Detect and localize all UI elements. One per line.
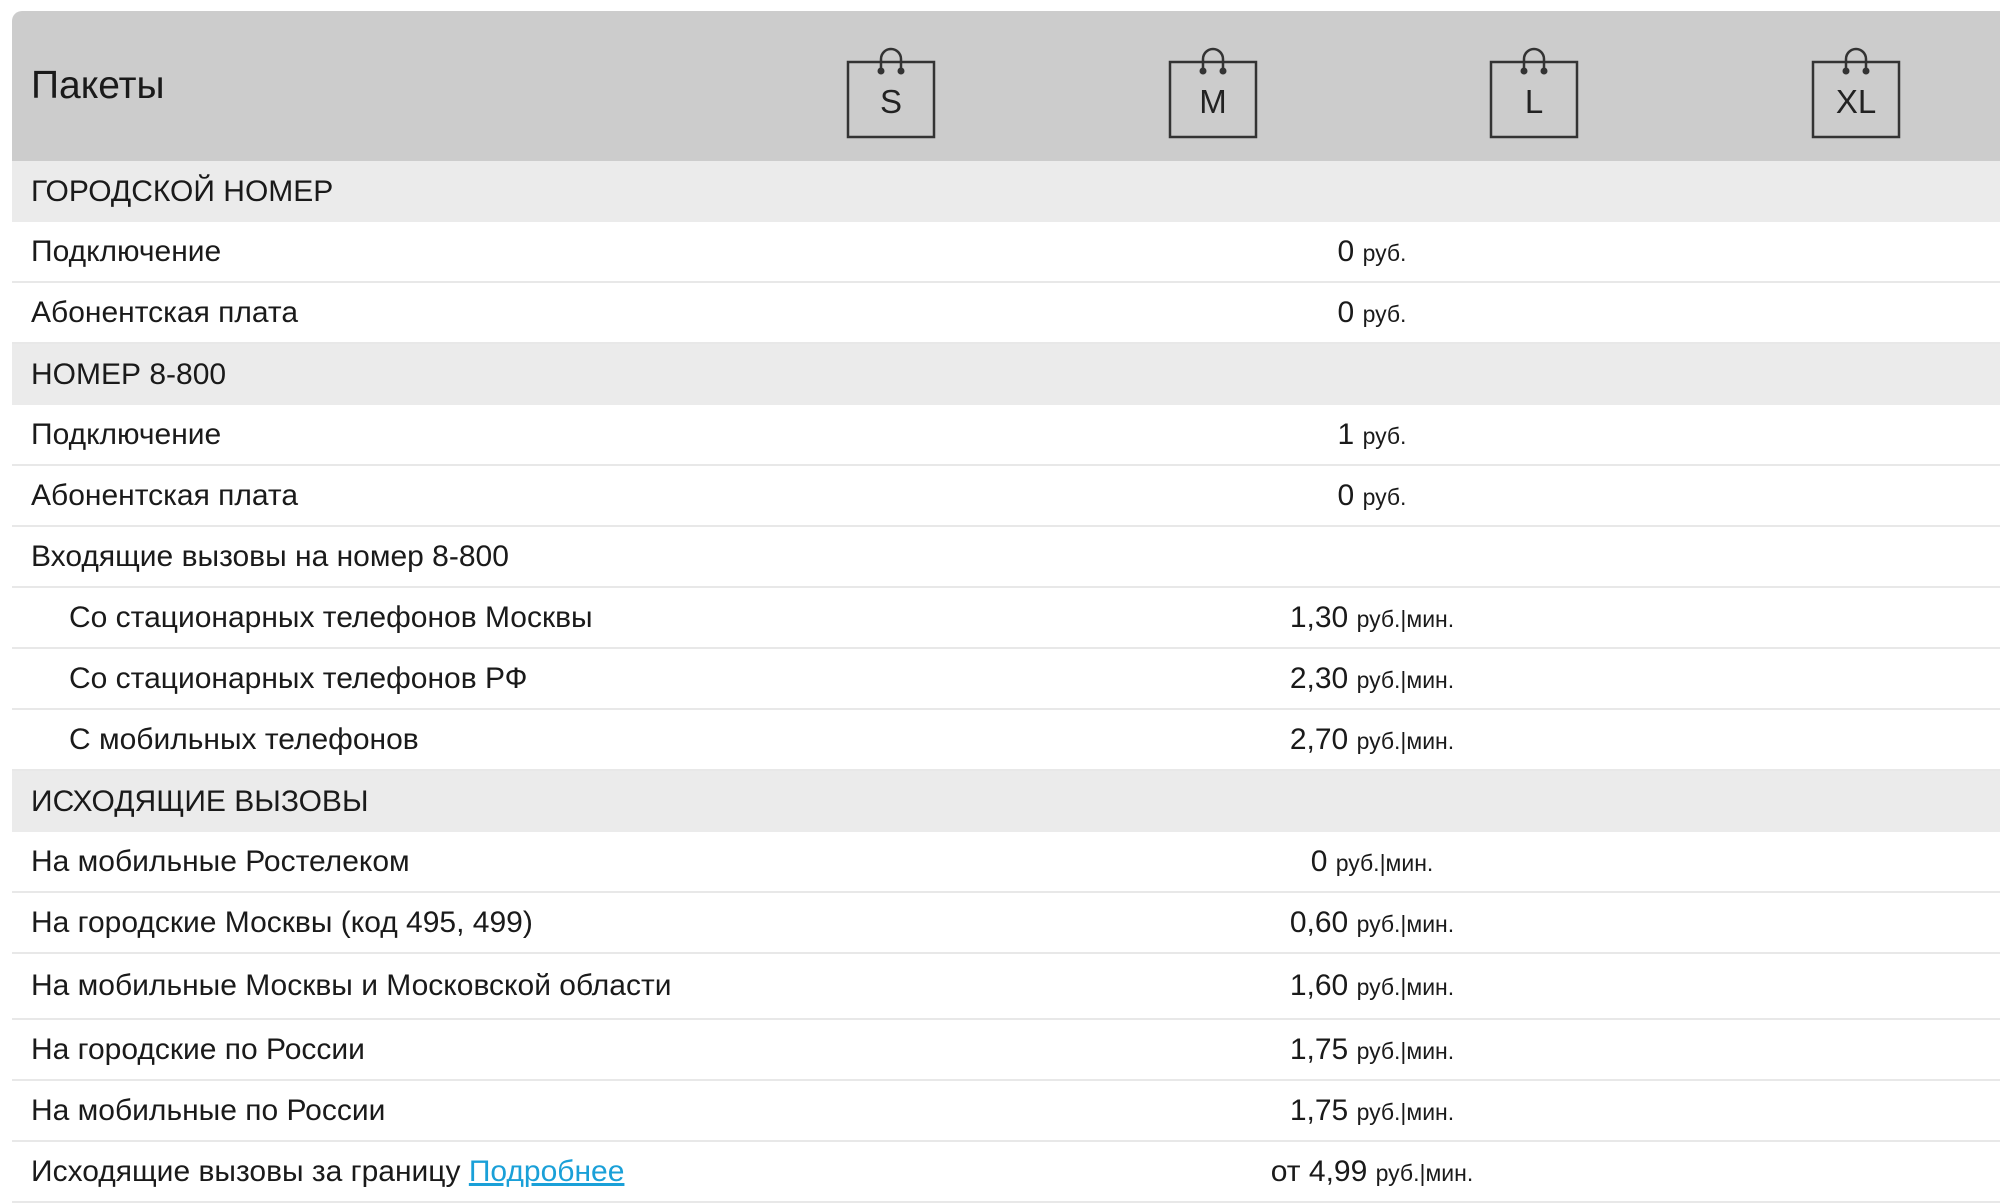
price-unit: руб.|мин. bbox=[1335, 850, 1434, 876]
price-amount: 0 bbox=[1337, 296, 1355, 329]
price-amount: 1 bbox=[1337, 418, 1355, 451]
row-price: 0,60 руб.|мин. bbox=[1290, 893, 1454, 954]
table-row: На мобильные Москвы и Московской области… bbox=[12, 954, 2000, 1020]
row-price: 0 руб. bbox=[1338, 222, 1407, 283]
package-xl-column: XL bbox=[1811, 39, 1901, 139]
package-m-column: M bbox=[1168, 39, 1258, 139]
row-label: На мобильные Москвы и Московской области bbox=[31, 969, 672, 1002]
table-row: Подключение 0 руб. bbox=[12, 222, 2000, 283]
row-price: от 4,99 руб.|мин. bbox=[1270, 1155, 1474, 1188]
row-price: 2,30 руб.|мин. bbox=[1290, 649, 1454, 710]
section-header: ГОРОДСКОЙ НОМЕР bbox=[12, 161, 2000, 222]
row-label: Подключение bbox=[31, 418, 222, 451]
row-label: Со стационарных телефонов РФ bbox=[69, 662, 528, 695]
table-row: На городские по России 1,75 руб.|мин. bbox=[12, 1020, 2000, 1081]
table-row: Подключение 1 руб. bbox=[12, 405, 2000, 466]
price-unit: руб.|мин. bbox=[1356, 974, 1455, 1000]
package-label: M bbox=[1199, 83, 1227, 120]
table-row: На городские Москвы (код 495, 499) 0,60 р… bbox=[12, 893, 2000, 954]
package-label: XL bbox=[1835, 83, 1877, 120]
row-price: 0 руб.|мин. bbox=[1311, 832, 1434, 893]
price-amount: 1,75 bbox=[1289, 1033, 1349, 1066]
table-row: Входящие вызовы на номер 8-800 bbox=[12, 527, 2000, 588]
section-title: ГОРОДСКОЙ НОМЕР bbox=[31, 175, 334, 208]
row-price: 0 руб. bbox=[1338, 466, 1407, 527]
table-row: Со стационарных телефонов РФ 2,30 руб.|ми… bbox=[12, 649, 2000, 710]
table-row: Со стационарных телефонов Москвы 1,30 руб… bbox=[12, 588, 2000, 649]
section-title: НОМЕР 8-800 bbox=[31, 358, 227, 391]
row-label: С мобильных телефонов bbox=[69, 723, 419, 756]
price-unit: руб. bbox=[1362, 484, 1407, 510]
row-price: 0 руб. bbox=[1338, 283, 1407, 344]
table-row: На мобильные по России 1,75 руб.|мин. bbox=[12, 1081, 2000, 1142]
price-unit: руб.|мин. bbox=[1356, 667, 1455, 693]
price-amount: 1,75 bbox=[1289, 1094, 1349, 1127]
table-row: Абонентская плата 0 руб. bbox=[12, 283, 2000, 344]
price-unit: руб.|мин. bbox=[1356, 1099, 1455, 1125]
price-amount: 1,60 bbox=[1289, 969, 1349, 1002]
price-unit: руб.|мин. bbox=[1356, 1038, 1455, 1064]
table-row: С мобильных телефонов 2,70 руб.|мин. bbox=[12, 710, 2000, 771]
price-amount: 0 bbox=[1310, 845, 1328, 878]
price-unit: руб.|мин. bbox=[1356, 911, 1455, 937]
price-amount: 1,30 bbox=[1289, 601, 1349, 634]
table-row: Абонентская плата 0 руб. bbox=[12, 466, 2000, 527]
price-unit: руб. bbox=[1362, 301, 1407, 327]
price-amount: 0,60 bbox=[1289, 906, 1349, 939]
row-label: Входящие вызовы на номер 8-800 bbox=[31, 540, 509, 573]
price-amount: 2,70 bbox=[1289, 723, 1349, 756]
price-unit: руб. bbox=[1362, 240, 1407, 266]
row-price: 1,30 руб.|мин. bbox=[1290, 588, 1454, 649]
price-unit: руб. bbox=[1362, 423, 1407, 449]
row-label: На мобильные по России bbox=[31, 1094, 386, 1127]
row-price: 1,75 руб.|мин. bbox=[1290, 1081, 1454, 1142]
price-unit: руб.|мин. bbox=[1375, 1160, 1474, 1186]
row-label: На городские по России bbox=[31, 1033, 365, 1066]
package-l-column: L bbox=[1489, 39, 1579, 139]
section-header: НОМЕР 8-800 bbox=[12, 344, 2000, 405]
page-title: Пакеты bbox=[31, 64, 165, 107]
row-label: Со стационарных телефонов Москвы bbox=[69, 601, 593, 634]
price-amount: 2,30 bbox=[1289, 662, 1349, 695]
tariff-table: Пакеты S M L XL ГОРОДСКОЙ НОМЕР Подключе… bbox=[12, 11, 2000, 1203]
section-header: ИСХОДЯЩИЕ ВЫЗОВЫ bbox=[12, 771, 2000, 832]
table-row: На мобильные Ростелеком 0 руб.|мин. bbox=[12, 832, 2000, 893]
row-price: 1 руб. bbox=[1338, 405, 1407, 466]
row-price: 1,75 руб.|мин. bbox=[1290, 1020, 1454, 1081]
row-price: 1,60 руб.|мин. bbox=[1290, 954, 1454, 1019]
package-label: S bbox=[879, 83, 902, 120]
table-header: Пакеты S M L XL bbox=[12, 11, 2000, 161]
table-body: ГОРОДСКОЙ НОМЕР Подключение 0 руб. Абонентс… bbox=[12, 161, 2000, 1142]
price-unit: руб.|мин. bbox=[1356, 606, 1455, 632]
row-price: 2,70 руб.|мин. bbox=[1290, 710, 1454, 771]
price-unit: руб.|мин. bbox=[1356, 728, 1455, 754]
row-label: На городские Москвы (код 495, 499) bbox=[31, 906, 533, 939]
details-link[interactable]: Подробнее bbox=[469, 1155, 625, 1188]
section-title: ИСХОДЯЩИЕ ВЫЗОВЫ bbox=[31, 785, 369, 818]
price-amount: 0 bbox=[1337, 235, 1355, 268]
price-amount: 4,99 bbox=[1308, 1155, 1368, 1188]
package-label: L bbox=[1524, 83, 1544, 120]
package-s-column: S bbox=[846, 39, 936, 139]
row-label: Абонентская плата bbox=[31, 479, 299, 512]
row-label: На мобильные Ростелеком bbox=[31, 845, 410, 878]
price-amount: 0 bbox=[1337, 479, 1355, 512]
row-label: Абонентская плата bbox=[31, 296, 299, 329]
row-label: Исходящие вызовы за границу Подробнее bbox=[31, 1155, 625, 1188]
table-row-abroad: Исходящие вызовы за границу Подробнее от… bbox=[12, 1142, 2000, 1203]
row-label: Подключение bbox=[31, 235, 222, 268]
